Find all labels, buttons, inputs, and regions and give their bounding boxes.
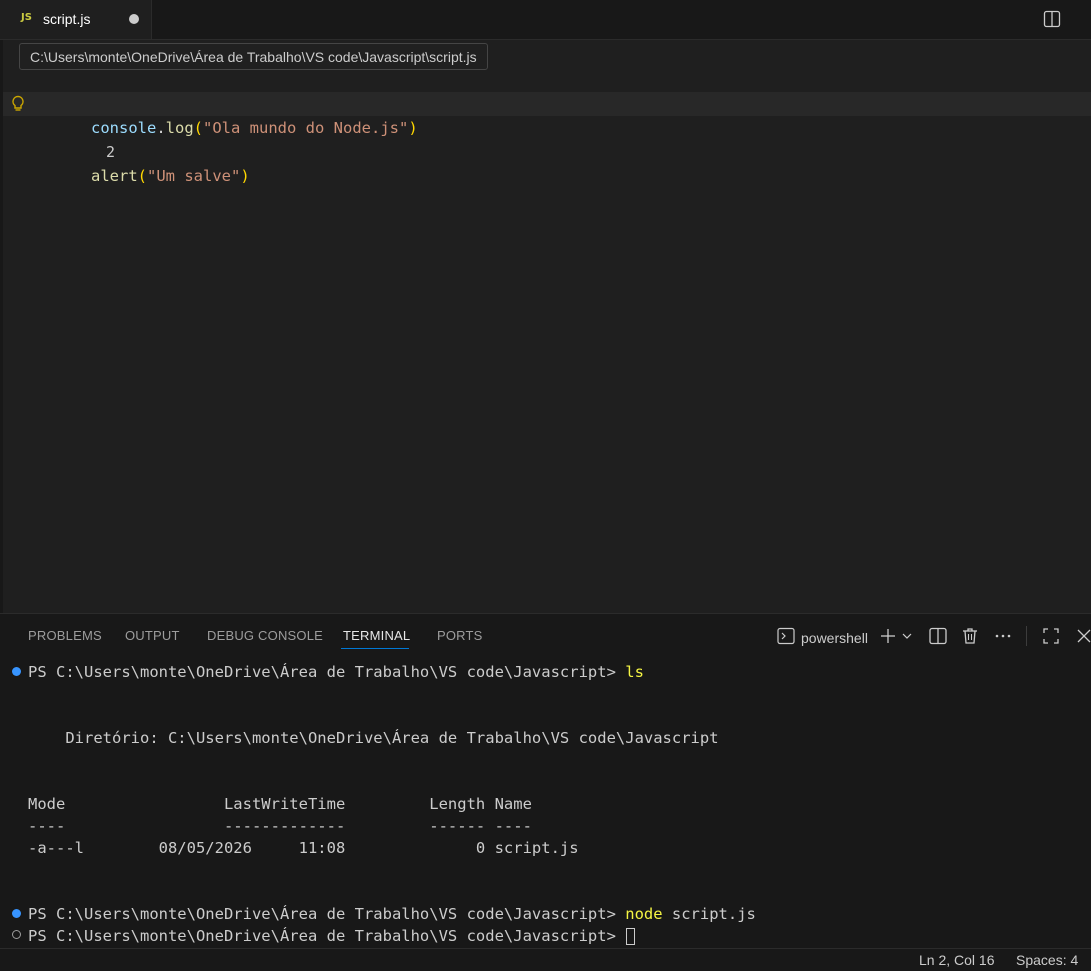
vscode-window: JS script.js C:\Users\monte\OneDrive\Áre… [0, 0, 1091, 971]
split-terminal-icon[interactable] [928, 626, 948, 646]
tab-output[interactable]: OUTPUT [125, 628, 180, 643]
chevron-down-icon[interactable] [900, 626, 914, 646]
command-success-dot-icon[interactable] [12, 667, 21, 676]
tab-debug-console[interactable]: DEBUG CONSOLE [207, 628, 323, 643]
editor-tab-bar: JS script.js [0, 0, 1091, 40]
cursor-position[interactable]: Ln 2, Col 16 [919, 952, 995, 968]
token: "Um salve" [147, 167, 241, 185]
file-path-tooltip: C:\Users\monte\OneDrive\Área de Trabalho… [19, 43, 488, 70]
terminal-line: -a---l 08/05/2026 11:08 0 script.js [28, 839, 579, 857]
token: . [156, 119, 166, 137]
active-tab-indicator [341, 648, 409, 649]
bottom-panel: PROBLEMS OUTPUT DEBUG CONSOLE TERMINAL P… [0, 613, 1091, 948]
prompt: PS C:\Users\monte\OneDrive\Área de Traba… [28, 663, 626, 681]
tab-ports[interactable]: PORTS [437, 628, 483, 643]
terminal-line: PS C:\Users\monte\OneDrive\Área de Traba… [28, 903, 756, 925]
code-editor[interactable]: 1 console.log("Ola mundo do Node.js") 2 … [0, 40, 1091, 613]
prompt: PS C:\Users\monte\OneDrive\Área de Traba… [28, 905, 626, 923]
terminal-icon[interactable] [777, 627, 795, 645]
code-line-current[interactable]: 2 alert("Um salve") [3, 92, 1091, 185]
status-bar: Ln 2, Col 16 Spaces: 4 [0, 948, 1091, 971]
indentation-setting[interactable]: Spaces: 4 [1016, 952, 1078, 968]
token: ) [240, 167, 250, 185]
command: ls [625, 663, 644, 681]
prompt: PS C:\Users\monte\OneDrive\Área de Traba… [28, 927, 626, 945]
code-text: console.log("Ola mundo do Node.js") [91, 116, 418, 140]
close-panel-icon[interactable] [1074, 626, 1091, 646]
terminal-line: Mode LastWriteTime Length Name [28, 795, 532, 813]
terminal-shell-label[interactable]: powershell [801, 630, 868, 646]
tab-title: script.js [43, 11, 91, 27]
tab-terminal[interactable]: TERMINAL [343, 628, 410, 643]
terminal-line[interactable]: PS C:\Users\monte\OneDrive\Área de Traba… [28, 925, 636, 947]
plus-icon[interactable] [878, 626, 898, 646]
more-actions-icon[interactable] [993, 626, 1013, 646]
trash-icon[interactable] [960, 626, 980, 646]
terminal-line: Diretório: C:\Users\monte\OneDrive\Área … [28, 729, 719, 747]
token: ( [193, 119, 204, 137]
code-text: alert("Um salve") [91, 164, 250, 188]
token: alert [91, 167, 138, 185]
token: "Ola mundo do Node.js" [203, 119, 409, 137]
command-args: script.js [662, 905, 756, 923]
terminal-line: PS C:\Users\monte\OneDrive\Área de Traba… [28, 661, 644, 683]
maximize-panel-icon[interactable] [1041, 626, 1061, 646]
token: ( [137, 167, 148, 185]
panel-tab-bar: PROBLEMS OUTPUT DEBUG CONSOLE TERMINAL P… [0, 614, 1091, 654]
code-line[interactable]: 1 console.log("Ola mundo do Node.js") [3, 68, 1091, 137]
toolbar-divider [1026, 626, 1027, 646]
command-pending-dot-icon[interactable] [12, 930, 21, 939]
command: node [625, 905, 663, 923]
lightbulb-icon[interactable] [11, 95, 25, 113]
terminal-line: ---- ------------- ------ ---- [28, 817, 532, 835]
command-success-dot-icon[interactable] [12, 909, 21, 918]
unsaved-dot-icon[interactable] [129, 14, 139, 24]
token: log [165, 119, 194, 137]
tab-problems[interactable]: PROBLEMS [28, 628, 102, 643]
token: console [91, 119, 157, 137]
token: ) [408, 119, 418, 137]
terminal-cursor [626, 928, 636, 945]
line-number: 2 [105, 143, 115, 161]
editor-tab-script-js[interactable]: JS script.js [0, 0, 152, 39]
javascript-file-icon: JS [21, 12, 32, 23]
split-editor-icon[interactable] [1043, 10, 1061, 28]
terminal-output[interactable]: PS C:\Users\monte\OneDrive\Área de Traba… [0, 658, 1091, 948]
